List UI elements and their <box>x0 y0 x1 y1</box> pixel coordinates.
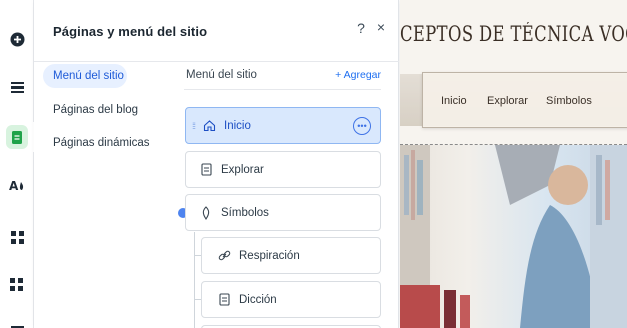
hero-image <box>400 145 627 328</box>
content-header: Menú del sitio + Agregar <box>184 62 381 90</box>
menu-row-label: Dicción <box>239 293 277 306</box>
link-icon <box>216 248 232 264</box>
site-preview[interactable]: CEPTOS DE TÉCNICA VOCAL CON M Inicio Exp… <box>400 0 627 328</box>
menu-row-label: Símbolos <box>221 206 269 219</box>
preview-menu-explorar[interactable]: Explorar <box>487 95 528 107</box>
menu-icon[interactable] <box>0 72 34 102</box>
nav-item-blog-pages[interactable]: Páginas del blog <box>43 98 148 122</box>
content-title: Menú del sitio <box>186 69 257 81</box>
nav-item-site-menu[interactable]: Menú del sitio <box>43 64 127 88</box>
puzzle-icon[interactable] <box>0 270 34 300</box>
folder-icon <box>198 205 214 221</box>
theme-icon[interactable]: A <box>0 170 34 200</box>
editor-toolbar: A <box>0 0 34 328</box>
menu-row-label: Inicio <box>224 119 251 132</box>
tree-connector <box>194 299 201 300</box>
menu-row-explorar[interactable]: Explorar <box>185 151 381 188</box>
menu-row-simbolos[interactable]: Símbolos <box>185 194 381 231</box>
tree-connector <box>194 255 201 256</box>
preview-menu-inicio[interactable]: Inicio <box>441 95 467 107</box>
page-icon <box>216 292 232 308</box>
pages-icon[interactable] <box>0 122 34 152</box>
preview-menu-simbolos[interactable]: Símbolos <box>546 95 592 107</box>
add-icon[interactable] <box>0 24 34 54</box>
panel-title: Páginas y menú del sitio <box>53 24 208 39</box>
more-icon[interactable] <box>0 314 34 328</box>
menu-row-label: Respiración <box>239 249 300 262</box>
tree-connector <box>194 232 195 328</box>
svg-text:A: A <box>9 179 19 192</box>
add-button[interactable]: + Agregar <box>335 69 381 81</box>
pages-panel: Páginas y menú del sitio ? × Menú del si… <box>34 0 399 328</box>
drag-handle-icon[interactable]: ⁞⁞ <box>192 121 198 131</box>
nav-item-dynamic-pages[interactable]: Páginas dinámicas <box>43 131 160 155</box>
help-button[interactable]: ? <box>354 20 368 36</box>
menu-row-respiracion[interactable]: Respiración <box>201 237 381 274</box>
menu-row-diccion[interactable]: Dicción <box>201 281 381 318</box>
more-actions-icon[interactable]: ••• <box>353 117 371 135</box>
page-icon <box>198 162 214 178</box>
panel-header: Páginas y menú del sitio ? × <box>34 0 399 62</box>
menu-row-label: Explorar <box>221 163 264 176</box>
apps-icon[interactable] <box>0 222 34 252</box>
home-icon <box>201 118 217 134</box>
site-heading: CEPTOS DE TÉCNICA VOCAL CON M <box>400 22 627 46</box>
close-button[interactable]: × <box>374 19 388 35</box>
menu-row-inicio[interactable]: ⁞⁞ Inicio ••• <box>185 107 381 144</box>
pages-icon-chip <box>6 125 28 149</box>
